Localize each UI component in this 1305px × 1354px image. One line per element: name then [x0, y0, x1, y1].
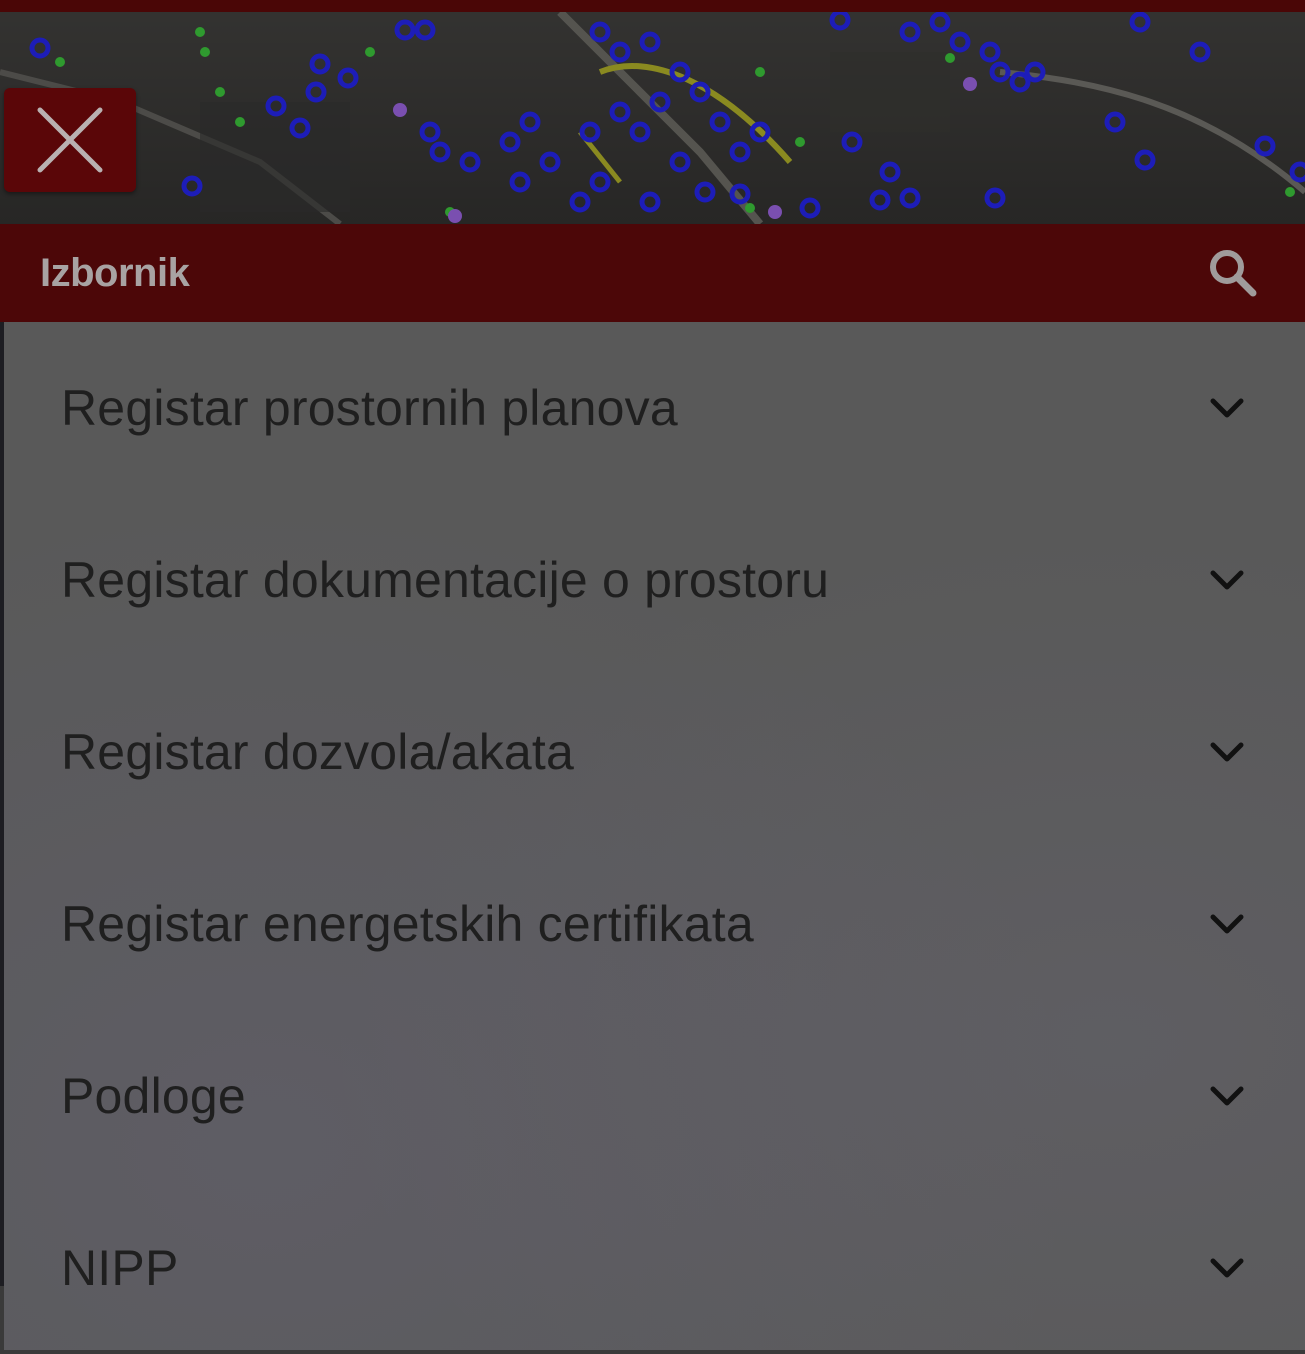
menu-item-registar-energetskih-certifikata[interactable]: Registar energetskih certifikata [4, 838, 1305, 1010]
menu-title: Izbornik [40, 250, 190, 295]
menu-list: Registar prostornih planova Registar dok… [4, 322, 1305, 1350]
chevron-down-icon [1207, 565, 1247, 595]
chevron-down-icon [1207, 909, 1247, 939]
close-icon [37, 107, 103, 173]
chevron-down-icon [1207, 393, 1247, 423]
map-background [0, 12, 1305, 224]
chevron-down-icon [1207, 1253, 1247, 1283]
chevron-down-icon [1207, 737, 1247, 767]
menu-item-label: Registar dokumentacije o prostoru [61, 552, 830, 608]
menu-item-registar-dokumentacije[interactable]: Registar dokumentacije o prostoru [4, 494, 1305, 666]
search-icon [1210, 250, 1257, 297]
menu-item-nipp[interactable]: NIPP [4, 1182, 1305, 1354]
menu-header: Izbornik [0, 224, 1305, 322]
menu-item-registar-dozvola-akata[interactable]: Registar dozvola/akata [4, 666, 1305, 838]
menu-item-registar-prostornih-planova[interactable]: Registar prostornih planova [4, 322, 1305, 494]
close-button[interactable] [4, 88, 136, 192]
menu-item-label: NIPP [61, 1240, 179, 1296]
menu-item-label: Registar energetskih certifikata [61, 896, 754, 952]
top-bar [0, 0, 1305, 12]
chevron-down-icon [1207, 1081, 1247, 1111]
menu-item-label: Registar prostornih planova [61, 380, 678, 436]
menu-item-label: Podloge [61, 1068, 246, 1124]
search-button[interactable] [1201, 241, 1265, 305]
menu-item-label: Registar dozvola/akata [61, 724, 575, 780]
menu-item-podloge[interactable]: Podloge [4, 1010, 1305, 1182]
